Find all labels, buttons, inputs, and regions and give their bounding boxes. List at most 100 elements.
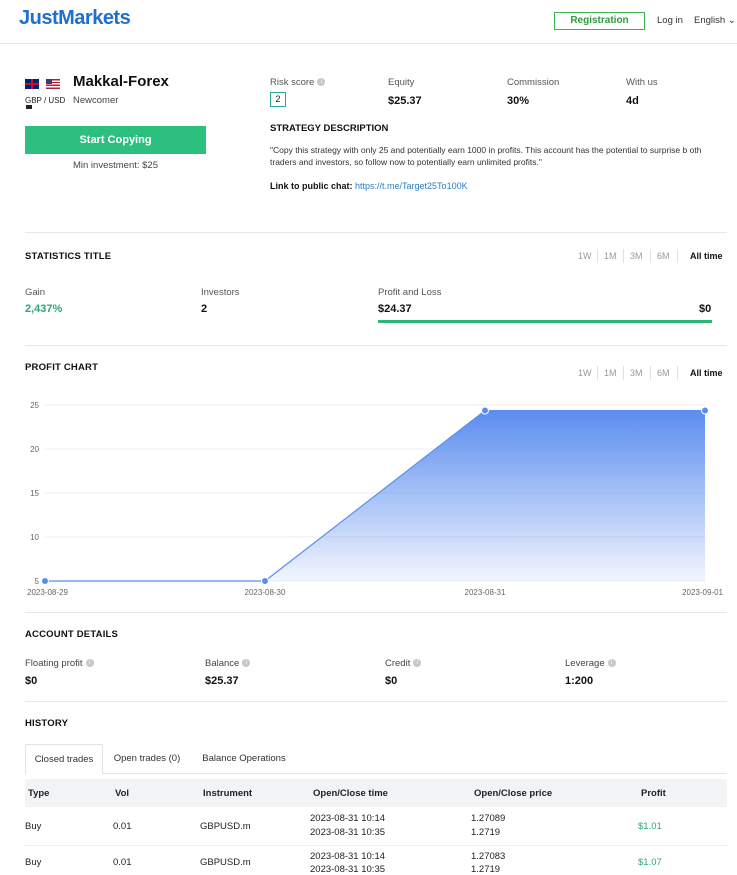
login-link[interactable]: Log in xyxy=(657,15,683,26)
pnl-profit: $24.37 xyxy=(378,303,412,315)
column-instrument: Instrument xyxy=(203,788,253,799)
info-icon[interactable]: i xyxy=(85,659,94,668)
trade-close-time: 2023-08-31 10:35 xyxy=(310,827,386,838)
period-1m[interactable]: 1M xyxy=(604,368,617,378)
trade-volume: 0.01 xyxy=(113,857,132,868)
table-row[interactable]: Buy 0.01 GBPUSD.m 2023-08-31 10:14 2023-… xyxy=(25,808,727,846)
period-1w[interactable]: 1W xyxy=(578,251,592,261)
period-1m[interactable]: 1M xyxy=(604,251,617,261)
period-separator xyxy=(597,366,598,380)
divider xyxy=(25,345,727,346)
strategy-name: Makkal-Forex xyxy=(73,73,169,90)
commission-value: 30% xyxy=(507,95,530,107)
trade-profit: $1.07 xyxy=(638,857,662,868)
chart-period-tabs: 1W 1M 3M 6M All time xyxy=(0,366,737,382)
divider xyxy=(25,701,727,702)
column-profit: Profit xyxy=(641,788,666,799)
period-separator xyxy=(650,249,651,263)
y-tick-label: 5 xyxy=(35,577,40,586)
info-icon[interactable]: i xyxy=(317,78,326,87)
top-header: JustMarkets Registration Log in English … xyxy=(0,0,737,44)
balance-label: Balance i xyxy=(205,658,251,669)
data-point xyxy=(701,406,709,415)
table-row[interactable]: Buy 0.01 GBPUSD.m 2023-08-31 10:14 2023-… xyxy=(25,846,727,875)
leverage-value: 1:200 xyxy=(565,675,594,687)
period-separator xyxy=(650,366,651,380)
trader-level: Newcomer xyxy=(73,95,119,106)
history-title: HISTORY xyxy=(25,718,69,729)
pnl-loss: $0 xyxy=(699,303,712,315)
column-type: Type xyxy=(28,788,50,799)
language-select[interactable]: English ⌄ xyxy=(694,15,736,26)
trade-open-price: 1.27083 xyxy=(471,851,506,862)
credit-label: Credit i xyxy=(385,658,422,669)
x-tick-label: 2023-08-30 xyxy=(245,588,286,597)
statistics-period-tabs: 1W 1M 3M 6M All time xyxy=(0,249,737,265)
trade-type: Buy xyxy=(25,821,42,832)
profit-chart-svg: 5 10 15 20 25 2023-08-29 2023-08-30 2023-08-31 2… xyxy=(27,401,724,597)
risk-score-label: Risk score i xyxy=(270,77,326,88)
account-details-title: ACCOUNT DETAILS xyxy=(25,629,119,640)
period-1w[interactable]: 1W xyxy=(578,368,592,378)
column-open-close-price: Open/Close price xyxy=(474,788,553,799)
period-6m[interactable]: 6M xyxy=(657,251,670,261)
period-3m[interactable]: 3M xyxy=(630,368,643,378)
y-tick-label: 10 xyxy=(30,533,39,542)
risk-score-badge: 2 xyxy=(270,92,286,107)
data-point xyxy=(481,406,489,415)
trade-instrument: GBPUSD.m xyxy=(200,857,251,868)
y-tick-label: 25 xyxy=(30,401,39,410)
trade-open-time: 2023-08-31 10:14 xyxy=(310,851,386,862)
tab-open-trades[interactable]: Open trades (0) xyxy=(109,744,185,774)
logo[interactable]: JustMarkets xyxy=(19,7,131,30)
period-separator xyxy=(597,249,598,263)
y-tick-label: 20 xyxy=(30,445,39,454)
divider xyxy=(25,232,727,233)
history-tabs: Closed trades Open trades (0) Balance Op… xyxy=(25,744,727,775)
flag-marker-icon xyxy=(26,105,32,109)
trade-volume: 0.01 xyxy=(113,821,132,832)
floating-profit-value: $0 xyxy=(25,675,38,687)
equity-label: Equity xyxy=(388,77,415,88)
column-open-close-time: Open/Close time xyxy=(313,788,388,799)
trade-close-price: 1.2719 xyxy=(471,827,501,838)
x-tick-label: 2023-08-31 xyxy=(465,588,506,597)
divider xyxy=(25,612,727,613)
period-all-time[interactable]: All time xyxy=(690,251,723,261)
public-chat-row: Link to public chat: https://t.me/Target… xyxy=(270,181,468,191)
trade-profit: $1.01 xyxy=(638,821,662,832)
data-point xyxy=(261,577,269,585)
info-icon[interactable]: i xyxy=(242,659,251,668)
period-all-time[interactable]: All time xyxy=(690,368,723,378)
trade-type: Buy xyxy=(25,857,42,868)
floating-profit-label: Floating profit i xyxy=(25,658,94,669)
start-copying-button[interactable]: Start Copying xyxy=(25,126,206,154)
equity-value: $25.37 xyxy=(388,95,422,107)
strategy-description-title: STRATEGY DESCRIPTION xyxy=(270,123,389,134)
column-vol: Vol xyxy=(115,788,130,799)
trade-open-time: 2023-08-31 10:14 xyxy=(310,813,386,824)
pnl-bar xyxy=(378,320,712,323)
trade-instrument: GBPUSD.m xyxy=(200,821,251,832)
public-chat-link[interactable]: https://t.me/Target25To100K xyxy=(355,181,468,191)
profit-chart: 5 10 15 20 25 2023-08-29 2023-08-30 2023-08-31 2… xyxy=(25,398,737,603)
us-flag-icon xyxy=(46,79,60,89)
commission-label: Commission xyxy=(507,77,560,88)
investors-value: 2 xyxy=(201,303,208,315)
y-tick-label: 15 xyxy=(30,489,39,498)
tab-closed-trades[interactable]: Closed trades xyxy=(25,744,103,775)
period-3m[interactable]: 3M xyxy=(630,251,643,261)
tab-balance-operations[interactable]: Balance Operations xyxy=(195,744,293,774)
gain-label: Gain xyxy=(25,287,46,298)
leverage-label: Leverage i xyxy=(565,658,616,669)
period-separator xyxy=(623,249,624,263)
registration-button[interactable]: Registration xyxy=(554,12,645,30)
public-chat-label: Link to public chat: xyxy=(270,181,353,191)
info-icon[interactable]: i xyxy=(413,659,422,668)
pnl-label: Profit and Loss xyxy=(378,287,442,298)
period-6m[interactable]: 6M xyxy=(657,368,670,378)
info-icon[interactable]: i xyxy=(607,659,616,668)
investors-label: Investors xyxy=(201,287,240,298)
with-us-label: With us xyxy=(626,77,658,88)
balance-value: $25.37 xyxy=(205,675,239,687)
